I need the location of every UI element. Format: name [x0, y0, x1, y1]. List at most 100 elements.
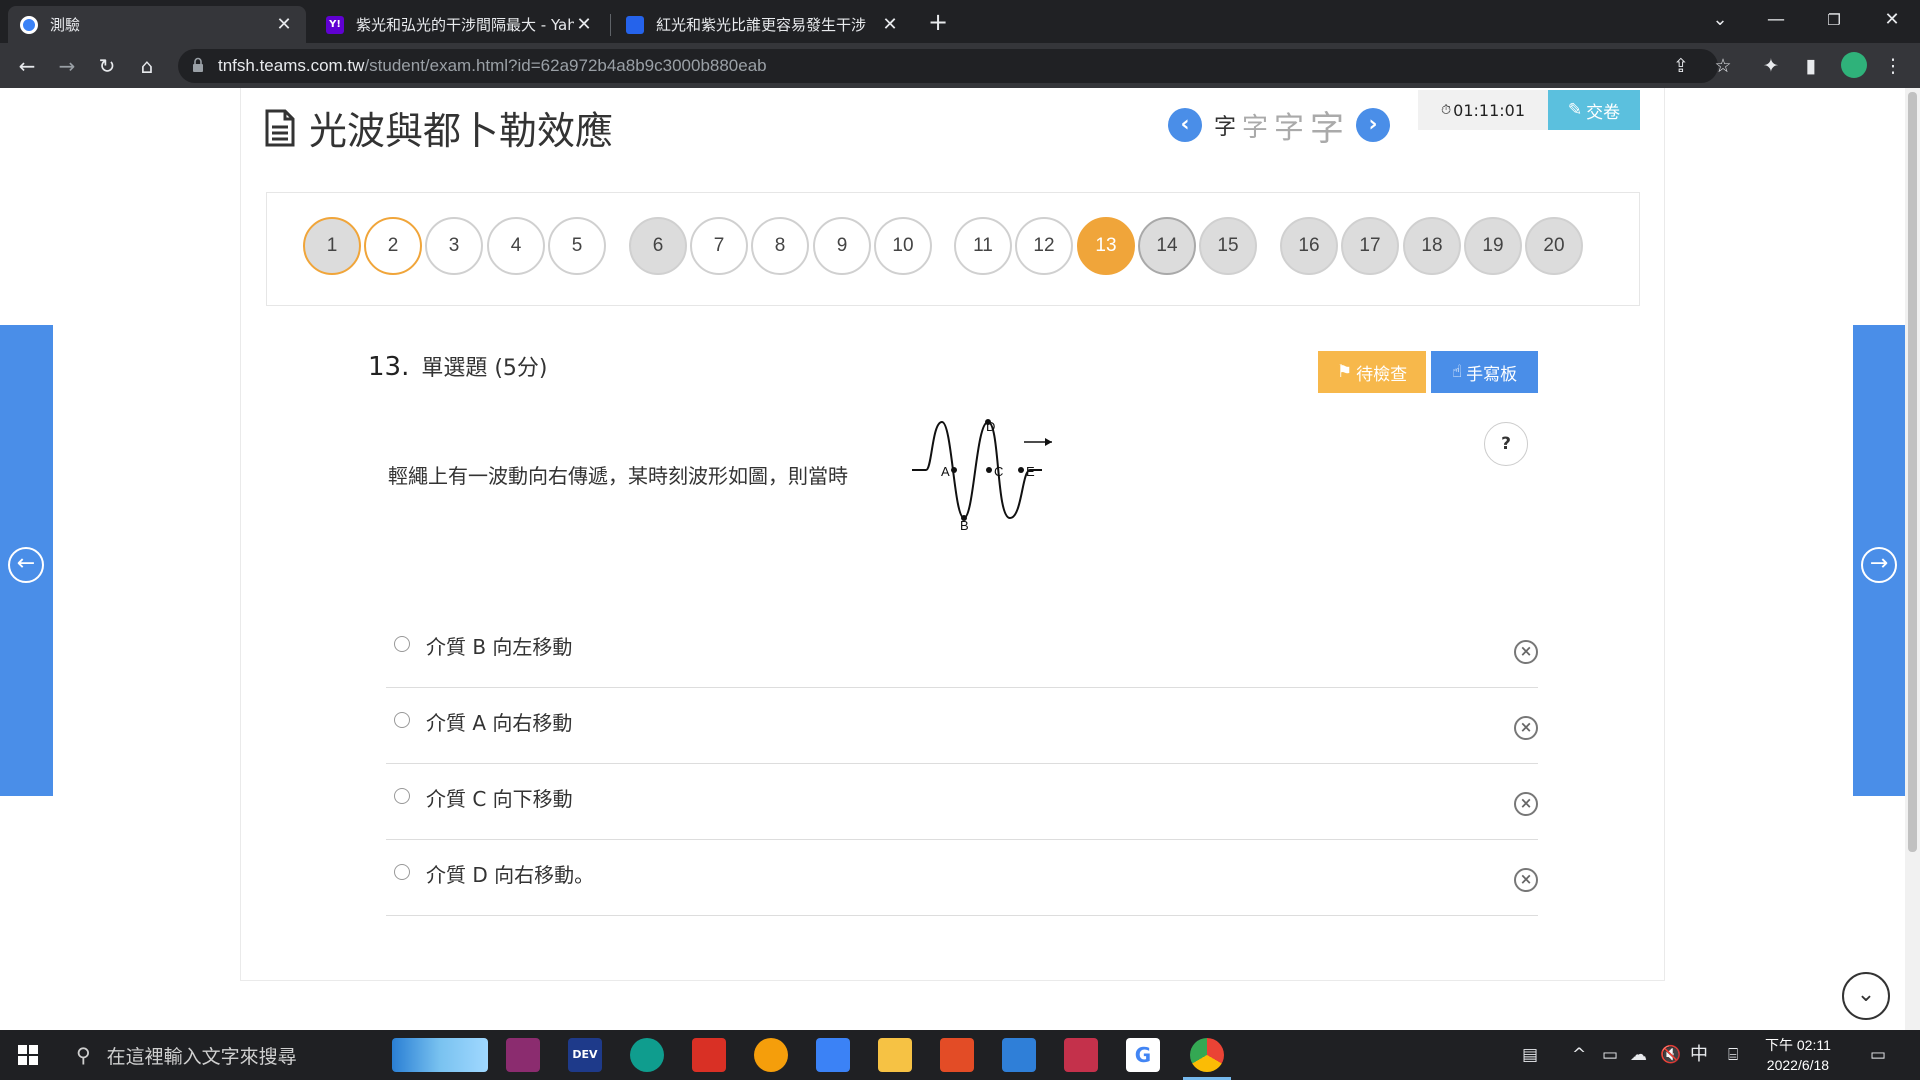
extensions-icon[interactable]: ✦ [1758, 53, 1784, 79]
winrar-icon[interactable] [506, 1038, 540, 1072]
home-icon[interactable]: ⌂ [132, 51, 162, 81]
handwriting-pad-button[interactable]: ☝ 手寫板 [1431, 351, 1538, 393]
restore-icon[interactable]: ❐ [1806, 0, 1862, 43]
question-button-5[interactable]: 5 [548, 217, 606, 275]
file-explorer-icon[interactable] [878, 1038, 912, 1072]
back-icon[interactable]: ← [12, 51, 42, 81]
minimize-icon[interactable]: — [1748, 0, 1804, 43]
question-button-16[interactable]: 16 [1280, 217, 1338, 275]
question-button-6[interactable]: 6 [629, 217, 687, 275]
tab-search-chevron-icon[interactable]: ⌄ [1692, 0, 1748, 43]
bookmark-star-icon[interactable]: ☆ [1710, 53, 1736, 79]
document-icon [265, 109, 295, 146]
font-smaller-icon[interactable]: ‹ [1168, 108, 1202, 142]
font-larger-icon[interactable]: › [1356, 108, 1391, 142]
chrome-icon[interactable] [1183, 1038, 1231, 1080]
close-tab-icon[interactable]: ✕ [880, 14, 900, 35]
font-size-option[interactable]: 字 [1310, 101, 1344, 150]
taskbar-search-box[interactable]: ⚲ 在這裡輸入文字來搜尋 [62, 1030, 392, 1080]
answer-option-1[interactable]: 介質 B 向左移動 × [386, 612, 1538, 688]
notification-icon[interactable]: ▭ [1870, 1030, 1886, 1080]
tray-overflow-icon[interactable]: ^ [1572, 1030, 1586, 1080]
scrollbar-thumb[interactable] [1908, 92, 1917, 852]
dev-cpp-icon[interactable]: DEV [568, 1038, 602, 1072]
close-window-icon[interactable]: ✕ [1864, 0, 1920, 43]
radio-button[interactable] [394, 712, 410, 728]
office-icon[interactable] [940, 1038, 974, 1072]
radio-button[interactable] [394, 864, 410, 880]
answer-option-4[interactable]: 介質 D 向右移動。 × [386, 840, 1538, 916]
reload-icon[interactable]: ↻ [92, 51, 122, 81]
url-text: tnfsh.teams.com.tw/student/exam.html?id=… [218, 56, 767, 75]
eliminate-option-icon[interactable]: × [1514, 792, 1538, 816]
wave-label-e: E [1026, 464, 1035, 479]
search-highlight-icon[interactable] [392, 1038, 488, 1072]
font-size-option[interactable]: 字 [1214, 109, 1236, 141]
windows-start-icon[interactable] [18, 1045, 38, 1065]
scroll-down-icon[interactable]: ⌄ [1842, 972, 1890, 1020]
mail-icon[interactable] [1002, 1038, 1036, 1072]
question-button-11[interactable]: 11 [954, 217, 1012, 275]
address-bar[interactable]: tnfsh.teams.com.tw/student/exam.html?id=… [178, 49, 1718, 83]
question-button-4[interactable]: 4 [487, 217, 545, 275]
edge-icon[interactable] [630, 1038, 664, 1072]
battery-icon[interactable]: ▭ [1602, 1030, 1618, 1080]
eliminate-option-icon[interactable]: × [1514, 868, 1538, 892]
font-size-option[interactable]: 字 [1242, 107, 1268, 144]
font-size-option[interactable]: 字 [1274, 103, 1304, 147]
ime-indicator[interactable]: 中 [1690, 1030, 1708, 1080]
tab-yahoo[interactable]: Y! 紫光和弘光的干涉間隔最大 - Yah ✕ [314, 6, 606, 43]
question-button-12[interactable]: 12 [1015, 217, 1073, 275]
eliminate-option-icon[interactable]: × [1514, 640, 1538, 664]
submit-exam-button[interactable]: ✎ 交卷 [1548, 90, 1640, 130]
question-button-7[interactable]: 7 [690, 217, 748, 275]
question-button-18[interactable]: 18 [1403, 217, 1461, 275]
side-panel-icon[interactable]: ▮ [1798, 53, 1824, 79]
touch-keyboard-icon[interactable]: ▤ [1522, 1030, 1538, 1080]
google-icon[interactable]: G [1126, 1038, 1160, 1072]
help-button[interactable]: ? [1484, 422, 1528, 466]
calendar-app-icon[interactable] [1064, 1038, 1098, 1072]
page-scrollbar[interactable] [1905, 88, 1920, 1030]
question-button-8[interactable]: 8 [751, 217, 809, 275]
tab-exam[interactable]: 測驗 ✕ [8, 6, 306, 43]
question-button-20[interactable]: 20 [1525, 217, 1583, 275]
question-button-19[interactable]: 19 [1464, 217, 1522, 275]
radio-button[interactable] [394, 788, 410, 804]
option-text: 介質 A 向右移動 [426, 711, 573, 735]
forward-icon[interactable]: → [52, 51, 82, 81]
arrow-right-icon: → [1861, 547, 1897, 583]
question-button-14[interactable]: 14 [1138, 217, 1196, 275]
question-button-15[interactable]: 15 [1199, 217, 1257, 275]
previous-question-panel[interactable]: ← [0, 325, 53, 796]
onedrive-icon[interactable]: ☁ [1630, 1030, 1647, 1080]
ime-mode-icon[interactable]: ⌸ [1728, 1030, 1738, 1080]
share-icon[interactable]: ⇪ [1668, 53, 1694, 79]
question-button-2[interactable]: 2 [364, 217, 422, 275]
close-tab-icon[interactable]: ✕ [574, 14, 594, 35]
question-button-9[interactable]: 9 [813, 217, 871, 275]
tab-interference[interactable]: 紅光和紫光比誰更容易發生干涉 ✕ [614, 6, 912, 43]
gift-app-icon[interactable] [692, 1038, 726, 1072]
radio-button[interactable] [394, 636, 410, 652]
profile-avatar[interactable] [1841, 52, 1867, 78]
question-navigator: 1 2 3 4 5 6 7 8 9 10 11 12 13 14 15 16 1… [266, 192, 1640, 306]
eliminate-option-icon[interactable]: × [1514, 716, 1538, 740]
answer-option-3[interactable]: 介質 C 向下移動 × [386, 764, 1538, 840]
shield-app-icon[interactable] [754, 1038, 788, 1072]
answer-option-2[interactable]: 介質 A 向右移動 × [386, 688, 1538, 764]
menu-dots-icon[interactable]: ⋮ [1880, 53, 1906, 79]
store-icon[interactable] [816, 1038, 850, 1072]
mark-pending-button[interactable]: ⚑ 待檢查 [1318, 351, 1426, 393]
exam-page: 光波與都卜勒效應 ‹ 字 字 字 字 › ⏱ 01:11:01 ✎ 交卷 1 2 3… [0, 88, 1920, 1030]
close-tab-icon[interactable]: ✕ [274, 14, 294, 35]
question-button-3[interactable]: 3 [425, 217, 483, 275]
new-tab-icon[interactable]: + [924, 8, 952, 36]
question-button-10[interactable]: 10 [874, 217, 932, 275]
question-button-1[interactable]: 1 [303, 217, 361, 275]
question-button-13[interactable]: 13 [1077, 217, 1135, 275]
volume-muted-icon[interactable]: 🔇 [1660, 1030, 1681, 1080]
question-button-17[interactable]: 17 [1341, 217, 1399, 275]
taskbar-clock[interactable]: 下午 02:11 2022/6/18 [1765, 1035, 1831, 1075]
next-question-panel[interactable]: → [1853, 325, 1905, 796]
